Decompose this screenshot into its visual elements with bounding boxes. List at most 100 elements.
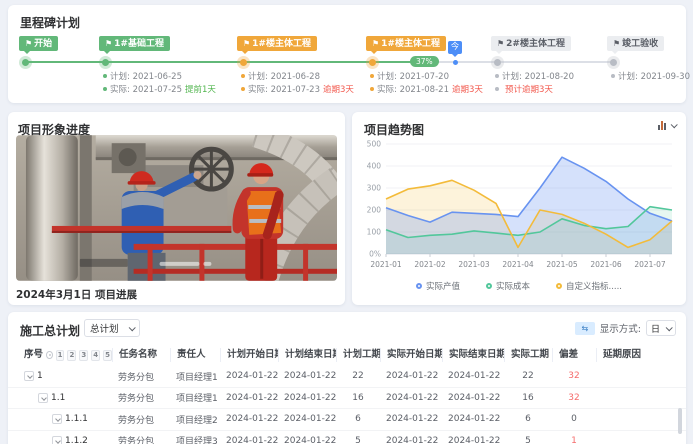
milestone-label-text: 2#楼主体工程 <box>506 39 565 49</box>
chart-legend: 实际产值 实际成本 自定义指标..... <box>352 280 686 292</box>
milestone-label-text: 1#楼主体工程 <box>252 39 311 49</box>
milestone-node <box>494 59 501 66</box>
table-cell: 6 <box>336 414 380 424</box>
level-button[interactable]: 4 <box>91 350 100 361</box>
chevron-down-icon <box>129 324 136 331</box>
milestones-timeline: 今 ⚑开始⚑1#基础工程计划: 2021-06-25实际: 2021-07-25… <box>8 5 686 103</box>
y-tick-label: 200 <box>367 206 382 215</box>
table-cell: 5 <box>504 436 552 444</box>
table-row[interactable]: 1劳务分包项目经理12024-01-222024-01-22222024-01-… <box>8 366 686 388</box>
column-header-text: 序号 <box>24 348 43 362</box>
y-tick-label: 400 <box>367 162 382 171</box>
column-header: 延期原因 <box>596 348 668 362</box>
row-index: 1.1 <box>51 393 65 403</box>
column-header: 偏差 <box>552 348 596 362</box>
table-cell: 2024-01-22 <box>442 371 504 381</box>
table-cell: 32 <box>552 393 596 403</box>
table-cell: 2024-01-22 <box>220 414 278 424</box>
x-tick-label: 2021-04 <box>502 260 534 269</box>
milestone-date-line: 实际: 2021-07-25提前1天 <box>103 84 216 97</box>
table-cell: 22 <box>504 371 552 381</box>
level-button[interactable]: 1 <box>56 350 65 361</box>
table-cell: 22 <box>336 371 380 381</box>
x-tick-label: 2021-07 <box>634 260 666 269</box>
table-cell: 1.1.2 <box>18 436 112 444</box>
milestone-date-line: 计划: 2021-06-28 <box>241 71 354 84</box>
trend-view-select[interactable] <box>658 121 676 130</box>
table-cell: 2024-01-22 <box>380 371 442 381</box>
legend-marker-icon <box>486 283 492 289</box>
photo-caption: 2024年3月1日 项目进展 <box>16 287 137 302</box>
bullet-dot <box>103 74 107 78</box>
display-mode-select[interactable]: 日 <box>646 320 676 336</box>
chevron-down-icon <box>666 324 673 331</box>
legend-item[interactable]: 实际产值 <box>416 280 460 292</box>
date-key: 实际: <box>110 85 133 95</box>
column-header: 计划工期 <box>336 348 380 362</box>
level-button[interactable]: 3 <box>79 350 88 361</box>
date-value: 2021-07-20 <box>400 72 449 82</box>
view-toggle-badge[interactable]: ⇆ <box>575 322 595 335</box>
milestone-node <box>102 59 109 66</box>
gear-icon[interactable] <box>46 351 53 359</box>
table-cell: 2024-01-22 <box>442 393 504 403</box>
expand-toggle-icon[interactable] <box>52 436 62 444</box>
legend-label: 实际产值 <box>426 280 460 292</box>
expand-toggle-icon[interactable] <box>24 371 34 381</box>
column-header: 实际结束日期 <box>442 348 504 362</box>
trend-chart-panel: 项目趋势图 5004003002001000%2021-012021-02202… <box>352 112 686 305</box>
legend-marker-icon <box>556 283 562 289</box>
expand-toggle-icon[interactable] <box>38 393 48 403</box>
milestone-dates: 计划: 2021-06-25实际: 2021-07-25提前1天 <box>103 71 216 96</box>
table-row[interactable]: 1.1劳务分包项目经理12024-01-222024-01-22162024-0… <box>8 388 686 410</box>
x-tick-label: 2021-03 <box>458 260 490 269</box>
date-key: 计划: <box>248 72 271 82</box>
row-index: 1 <box>37 371 43 381</box>
display-mode-value: 日 <box>651 322 660 335</box>
date-key: 计划: <box>110 72 133 82</box>
flag-icon: ⚑ <box>243 39 250 48</box>
date-note: 提前1天 <box>185 85 216 95</box>
table-scrollbar[interactable] <box>678 408 682 434</box>
legend-item[interactable]: 实际成本 <box>486 280 530 292</box>
expand-toggle-icon[interactable] <box>52 414 62 424</box>
x-tick-label: 2021-02 <box>414 260 446 269</box>
table-cell: 2024-01-22 <box>380 414 442 424</box>
x-tick-label: 2021-01 <box>370 260 402 269</box>
table-row[interactable]: 1.1.2劳务分包项目经理32024-01-222024-01-2252024-… <box>8 431 686 444</box>
bullet-dot <box>495 74 499 78</box>
construction-plan-panel: 施工总计划 总计划 ⇆ 显示方式: 日 序号12345任务名称责任人计划开始日期… <box>8 312 686 444</box>
table-cell: 2024-01-22 <box>380 436 442 444</box>
column-header: 实际工期 <box>504 348 552 362</box>
milestone-date-line: 实际: 2021-07-23逾期3天 <box>241 84 354 97</box>
table-cell: 16 <box>504 393 552 403</box>
column-header: 实际开始日期 <box>380 348 442 362</box>
bullet-dot <box>495 87 499 91</box>
trend-chart-canvas: 5004003002001000%2021-012021-022021-0320… <box>358 136 680 278</box>
level-button[interactable]: 5 <box>103 350 112 361</box>
table-cell: 2024-01-22 <box>278 371 336 381</box>
table-cell: 1 <box>552 436 596 444</box>
milestone-label: ⚑2#楼主体工程 <box>491 36 571 51</box>
x-tick-label: 2021-05 <box>546 260 578 269</box>
date-note: 逾期3天 <box>323 85 354 95</box>
table-cell: 2024-01-22 <box>442 436 504 444</box>
table-cell: 项目经理1 <box>170 370 220 383</box>
mini-chart-icon <box>658 121 668 130</box>
y-tick-label: 300 <box>367 184 382 193</box>
level-button[interactable]: 2 <box>67 350 76 361</box>
milestone-dates: 计划: 2021-07-20实际: 2021-08-21逾期3天 <box>370 71 483 96</box>
table-cell: 2024-01-22 <box>278 393 336 403</box>
milestone-node <box>240 59 247 66</box>
project-progress-photo[interactable] <box>16 135 337 281</box>
table-row[interactable]: 1.1.1劳务分包项目经理22024-01-222024-01-2262024-… <box>8 409 686 431</box>
legend-item[interactable]: 自定义指标..... <box>556 280 622 292</box>
date-key: 实际: <box>377 85 400 95</box>
milestone-label: ⚑1#楼主体工程 <box>366 36 446 51</box>
date-key: 计划: <box>377 72 400 82</box>
y-tick-label: 0% <box>369 250 381 259</box>
row-index: 1.1.2 <box>65 436 88 444</box>
plan-type-select[interactable]: 总计划 <box>84 319 140 337</box>
table-cell: 劳务分包 <box>112 413 170 426</box>
milestone-date-line: 预计逾期3天 <box>495 84 574 97</box>
